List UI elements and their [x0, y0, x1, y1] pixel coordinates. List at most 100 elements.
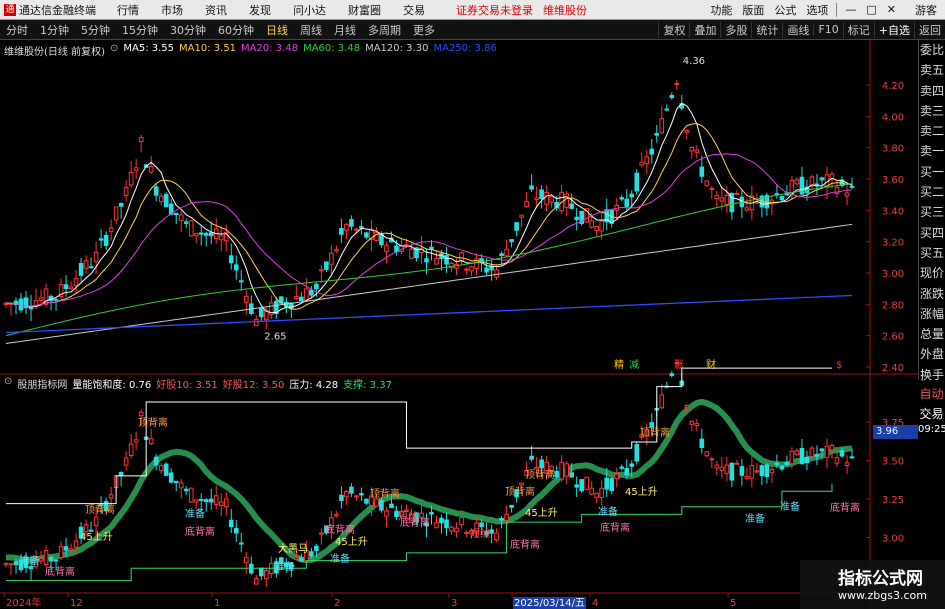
menu-item-formula[interactable]: 公式 — [769, 2, 801, 18]
signal-annotation: 45上升 — [335, 536, 368, 548]
tool-add-watchlist[interactable]: +自选 — [873, 21, 914, 38]
sub-candle-body — [379, 500, 384, 511]
x-axis-label: 3 — [451, 598, 457, 609]
quote-item-buy4[interactable]: 买四 — [919, 223, 945, 243]
sub-candle-body — [203, 499, 209, 503]
tool-adjust[interactable]: 复权 — [658, 21, 689, 38]
minimize-icon[interactable]: — — [840, 3, 861, 16]
candle-body — [594, 225, 599, 232]
trade-label[interactable]: 交易 — [918, 404, 945, 424]
quote-item-buy1[interactable]: 买一 — [919, 162, 945, 182]
kline-chart[interactable]: 4.20 4.00 3.80 3.60 3.40 3.20 3.00 2.80 2.60 2.40… — [0, 40, 918, 609]
menu-item-function[interactable]: 功能 — [705, 2, 737, 18]
quote-item-turnover[interactable]: 换手 — [919, 365, 945, 385]
tool-mark[interactable]: 标记 — [842, 21, 874, 38]
sub-candle-body — [148, 438, 154, 445]
sub-legend-toggle-icon[interactable]: ⊙ — [4, 376, 12, 391]
menu-item-news[interactable]: 资讯 — [194, 2, 238, 18]
candle-body — [599, 220, 605, 232]
quote-item-price[interactable]: 现价 — [919, 263, 945, 283]
period-5min[interactable]: 5分钟 — [75, 22, 116, 38]
tool-back[interactable]: 返回 — [914, 21, 945, 38]
signal-annotation: 底背离 — [45, 565, 75, 578]
main-y-tick-label: 3.40 — [882, 206, 904, 217]
period-1min[interactable]: 1分钟 — [34, 22, 75, 38]
maximize-icon[interactable]: □ — [861, 3, 881, 16]
period-multi[interactable]: 多周期 — [362, 22, 407, 38]
period-intraday[interactable]: 分时 — [0, 22, 34, 38]
quote-item-change[interactable]: 涨跌 — [919, 284, 945, 304]
sub-candle-body — [829, 445, 835, 451]
tool-multi-stock[interactable]: 多股 — [720, 21, 751, 38]
period-15min[interactable]: 15分钟 — [116, 22, 164, 38]
legend-toggle-icon[interactable]: ⊙ — [110, 43, 118, 58]
candle-body — [228, 255, 234, 264]
period-daily[interactable]: 日线 — [260, 22, 294, 38]
tool-overlay[interactable]: 叠加 — [689, 21, 720, 38]
period-60min[interactable]: 60分钟 — [212, 22, 260, 38]
tool-stats[interactable]: 统计 — [751, 21, 782, 38]
quote-item-buy5[interactable]: 买五 — [919, 243, 945, 263]
candle-body — [339, 228, 344, 235]
login-status[interactable]: 证券交易未登录 — [456, 2, 533, 18]
sub-candle-body — [624, 468, 630, 476]
menu-item-quotes[interactable]: 行情 — [106, 2, 150, 18]
menu-item-trade[interactable]: 交易 — [392, 2, 436, 18]
candle-body — [68, 286, 74, 290]
sub-candle-body — [454, 527, 459, 533]
sub-candle-body — [218, 501, 224, 507]
period-more[interactable]: 更多 — [407, 22, 441, 38]
candle-body — [349, 219, 354, 227]
tool-draw[interactable]: 画线 — [782, 21, 813, 38]
signal-annotation: 准备 — [330, 552, 350, 565]
menu-item-layout[interactable]: 版面 — [737, 2, 769, 18]
quote-item-sell1[interactable]: 卖一 — [919, 141, 945, 161]
quote-item-buy3[interactable]: 买三 — [919, 202, 945, 222]
sub-candle-body — [719, 466, 725, 471]
quote-item-sell5[interactable]: 卖五 — [919, 60, 945, 80]
signal-annotation: 顶背离 — [505, 485, 535, 498]
candle-body — [203, 232, 209, 236]
sub-candle-body — [734, 462, 740, 465]
candle-body — [509, 239, 514, 243]
ma120-label: MA120: 3.30 — [365, 43, 429, 54]
quote-item-buy2[interactable]: 买二 — [919, 182, 945, 202]
sub-candle-body — [674, 362, 680, 365]
candle-body — [514, 222, 519, 231]
quote-item-volume[interactable]: 总量 — [919, 324, 945, 344]
sub-candle-body — [839, 450, 845, 457]
quote-item-sell4[interactable]: 卖四 — [919, 81, 945, 101]
menu-item-ask[interactable]: 问小达 — [282, 2, 337, 18]
period-30min[interactable]: 30分钟 — [164, 22, 212, 38]
auto-trade-label[interactable]: 自动 — [918, 384, 945, 404]
menu-item-discover[interactable]: 发现 — [238, 2, 282, 18]
sub-candle-body — [334, 514, 339, 517]
candle-body — [178, 214, 184, 221]
period-monthly[interactable]: 月线 — [328, 22, 362, 38]
sub-candle-body — [58, 545, 64, 558]
close-icon[interactable]: ✕ — [882, 3, 901, 16]
candle-body — [844, 192, 850, 197]
sub-candle-body — [158, 465, 164, 472]
main-y-tick-label: 2.80 — [882, 300, 904, 311]
sub-candle-body — [584, 476, 589, 490]
main-chart-legend: 维维股份(日线 前复权) ⊙ MA5: 3.55 MA10: 3.51 MA20… — [4, 43, 497, 58]
quote-item-sell3[interactable]: 卖三 — [919, 101, 945, 121]
menu-item-options[interactable]: 选项 — [801, 2, 833, 18]
sub-candle-body — [569, 472, 574, 478]
candle-body — [589, 220, 594, 228]
quote-item-ratio[interactable]: 委比 — [919, 40, 945, 60]
candle-body — [544, 191, 549, 205]
quote-item-outer[interactable]: 外盘 — [919, 344, 945, 364]
quote-item-sell2[interactable]: 卖二 — [919, 121, 945, 141]
menu-item-market[interactable]: 市场 — [150, 2, 194, 18]
sub-candle-body — [704, 451, 710, 457]
quote-item-pct[interactable]: 涨幅 — [919, 304, 945, 324]
sub-candle-body — [133, 439, 139, 443]
guest-user[interactable]: 游客 — [901, 2, 945, 18]
menu-item-wealth[interactable]: 财富圈 — [337, 2, 392, 18]
tool-f10[interactable]: F10 — [813, 23, 842, 36]
candle-body — [819, 177, 825, 181]
candle-body — [409, 248, 414, 259]
period-weekly[interactable]: 周线 — [294, 22, 328, 38]
